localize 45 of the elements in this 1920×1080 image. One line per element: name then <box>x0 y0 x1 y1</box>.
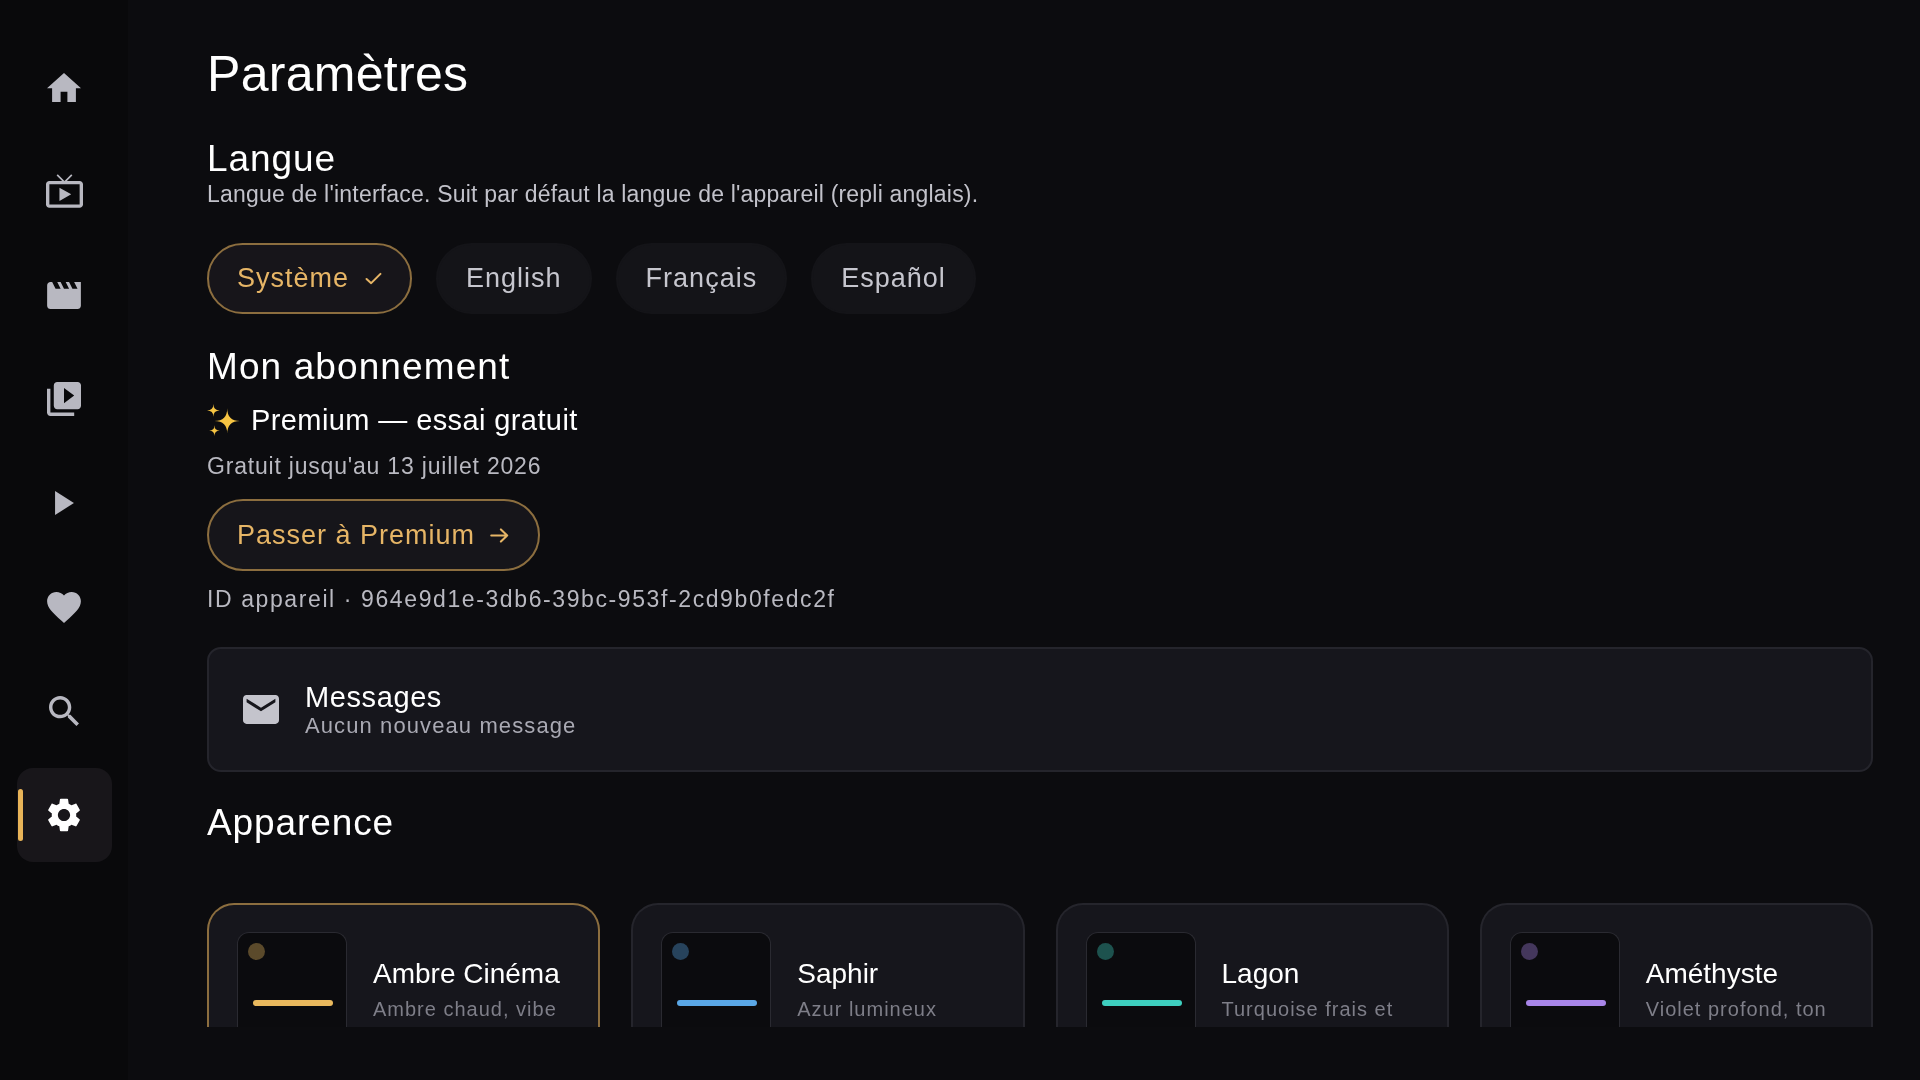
clapperboard-icon <box>47 281 81 309</box>
theme-card[interactable]: Ambre Cinéma Ambre chaud, vibe <box>207 903 601 1027</box>
theme-description: Ambre chaud, vibe <box>373 997 557 1021</box>
theme-description: Azur lumineux <box>797 997 937 1021</box>
language-chip[interactable]: Español <box>811 243 976 314</box>
arrow-icon <box>490 527 510 543</box>
home-icon <box>47 72 81 102</box>
theme-name: Saphir <box>797 958 879 990</box>
language-chip[interactable]: Français <box>615 243 788 314</box>
plan-validity: Gratuit jusqu'au 13 juillet 2026 <box>207 453 542 480</box>
mail-icon <box>243 695 279 724</box>
plan-name: Premium — essai gratuit <box>251 403 578 437</box>
page-title: Paramètres <box>207 45 469 104</box>
tv-icon <box>45 174 83 208</box>
preview-dot-icon <box>672 943 690 960</box>
theme-description: Turquoise frais et <box>1221 997 1394 1021</box>
messages-title: Messages <box>305 681 442 713</box>
theme-name: Lagon <box>1221 958 1300 990</box>
theme-name: Ambre Cinéma <box>373 958 560 990</box>
messages-card[interactable]: Messages Aucun nouveau message <box>207 647 1873 772</box>
preview-dot-icon <box>1520 943 1538 960</box>
check-icon <box>365 272 383 285</box>
play-icon <box>54 491 74 515</box>
language-chip[interactable]: Système <box>207 243 413 314</box>
section-heading: Langue <box>207 137 336 181</box>
theme-description: Violet profond, ton <box>1645 997 1827 1021</box>
language-chip[interactable]: English <box>436 243 592 314</box>
theme-card[interactable]: Lagon Turquoise frais et <box>1055 903 1449 1027</box>
theme-name: Améthyste <box>1645 958 1779 990</box>
preview-dot-icon <box>1096 943 1114 960</box>
active-indicator-icon <box>17 789 23 841</box>
section-heading: Mon abonnement <box>207 345 511 389</box>
section-heading: Apparence <box>207 801 395 845</box>
search-icon <box>49 696 79 726</box>
section-description: Langue de l'interface. Suit par défaut la langue de l'appareil (repli anglais). <box>207 181 979 208</box>
theme-card[interactable]: Saphir Azur lumineux <box>631 903 1025 1027</box>
device-id: ID appareil · 964e9d1e-3db6-39bc-953f-2cd9b0fedc2f <box>207 586 836 613</box>
theme-card[interactable]: Améthyste Violet profond, ton <box>1479 903 1873 1027</box>
heart-icon <box>47 591 81 623</box>
preview-dot-icon <box>248 943 265 960</box>
video-library-icon <box>47 382 81 416</box>
nav-button[interactable] <box>16 768 112 862</box>
upgrade-button[interactable]: Passer à Premium <box>207 499 541 571</box>
settings-icon <box>48 798 80 832</box>
messages-status: Aucun nouveau message <box>305 713 577 738</box>
